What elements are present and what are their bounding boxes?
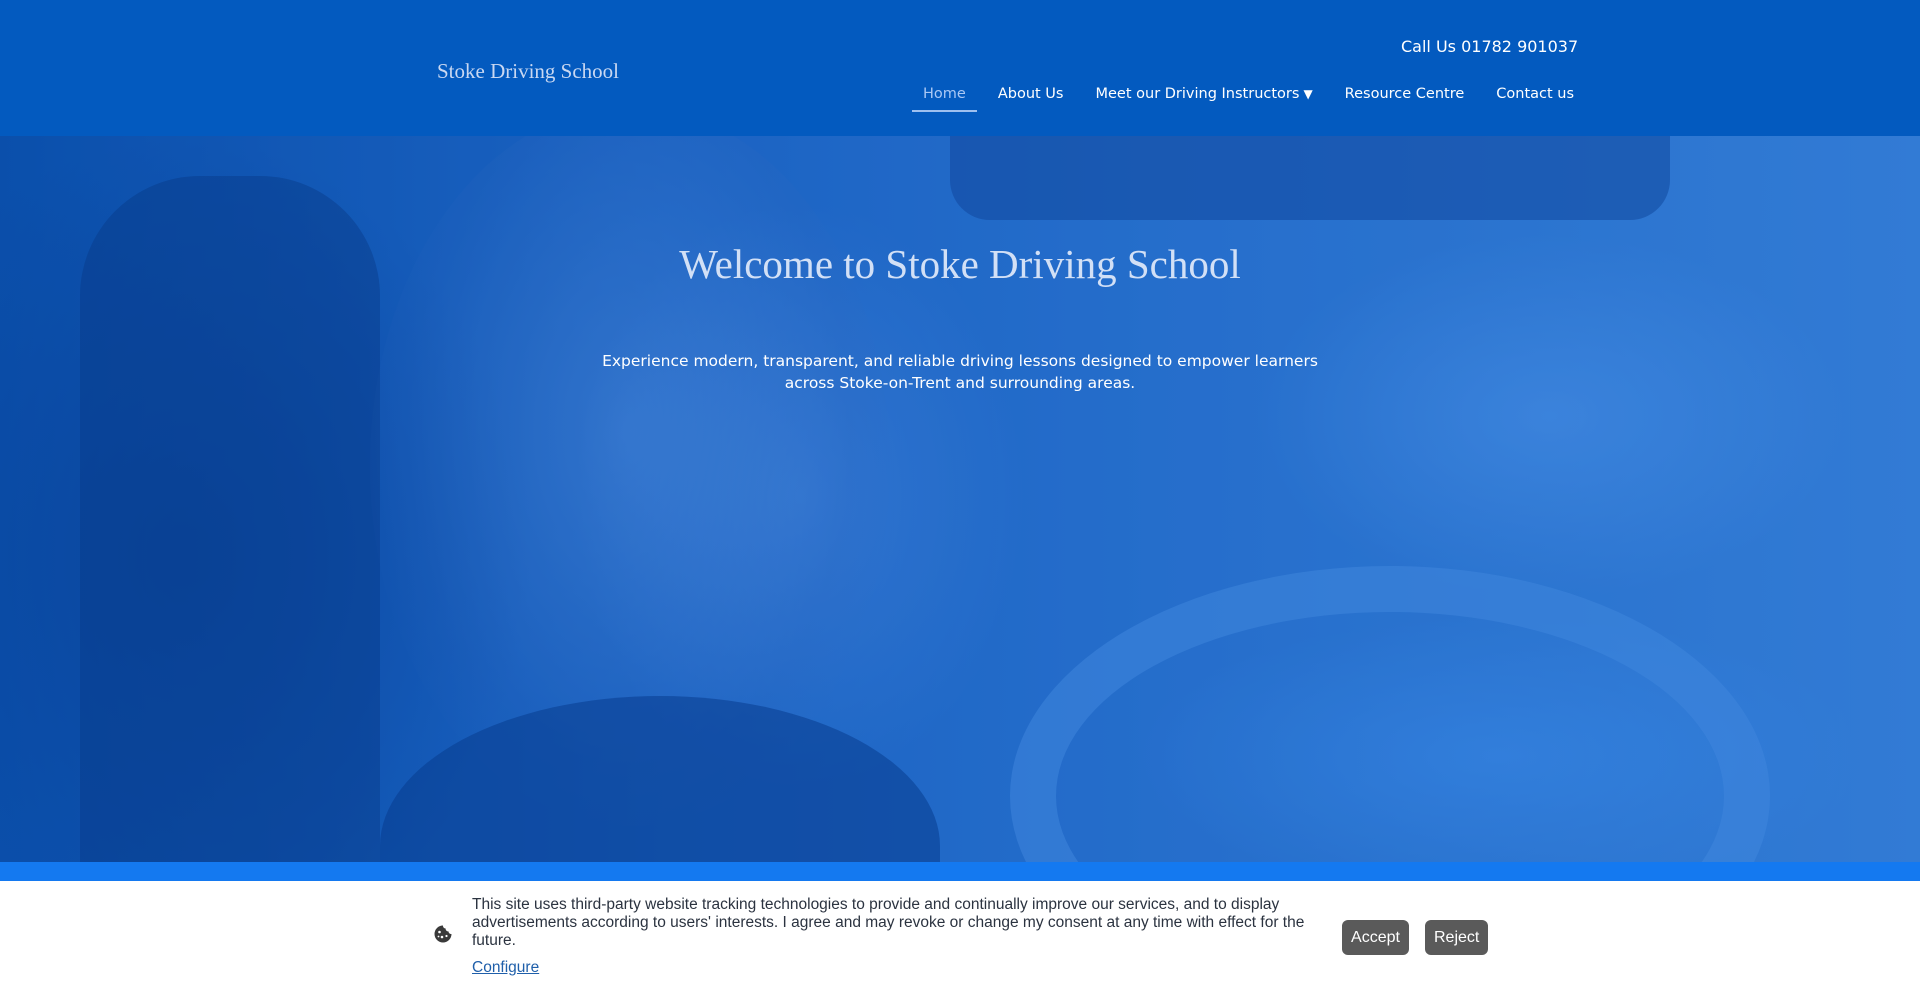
hero-section: Welcome to Stoke Driving School Experien…: [0, 136, 1920, 862]
cookie-icon: [434, 925, 452, 943]
phone-number: Call Us 01782 901037: [1401, 37, 1579, 56]
cookie-configure-link[interactable]: Configure: [472, 959, 539, 977]
nav-item-label: Meet our Driving Instructors: [1095, 86, 1300, 102]
accent-strip: [0, 862, 1920, 882]
nav-item-resource-centre[interactable]: Resource Centre: [1334, 82, 1476, 112]
reject-button[interactable]: Reject: [1425, 920, 1488, 955]
cookie-consent-text: This site uses third-party website track…: [472, 896, 1305, 949]
nav-item-instructors[interactable]: Meet our Driving Instructors ▼: [1084, 82, 1323, 112]
site-logo-link[interactable]: Stoke Driving School: [437, 59, 619, 84]
main-nav: Home About Us Meet our Driving Instructo…: [912, 82, 1595, 116]
nav-item-home[interactable]: Home: [912, 82, 977, 112]
cookie-banner: This site uses third-party website track…: [0, 881, 1920, 993]
nav-item-label: Resource Centre: [1344, 86, 1465, 102]
hero-title: Welcome to Stoke Driving School: [679, 241, 1241, 287]
nav-item-label: About Us: [997, 86, 1064, 102]
accept-button[interactable]: Accept: [1342, 920, 1409, 955]
caret-down-icon: ▼: [1303, 87, 1313, 101]
hero-description: Experience modern, transparent, and reli…: [602, 352, 1318, 392]
nav-item-about-us[interactable]: About Us: [987, 82, 1075, 112]
nav-item-label: Contact us: [1496, 86, 1575, 102]
site-header: Stoke Driving School Call Us 01782 90103…: [0, 0, 1920, 136]
nav-item-label: Home: [923, 86, 966, 102]
nav-item-contact-us[interactable]: Contact us: [1485, 82, 1585, 112]
